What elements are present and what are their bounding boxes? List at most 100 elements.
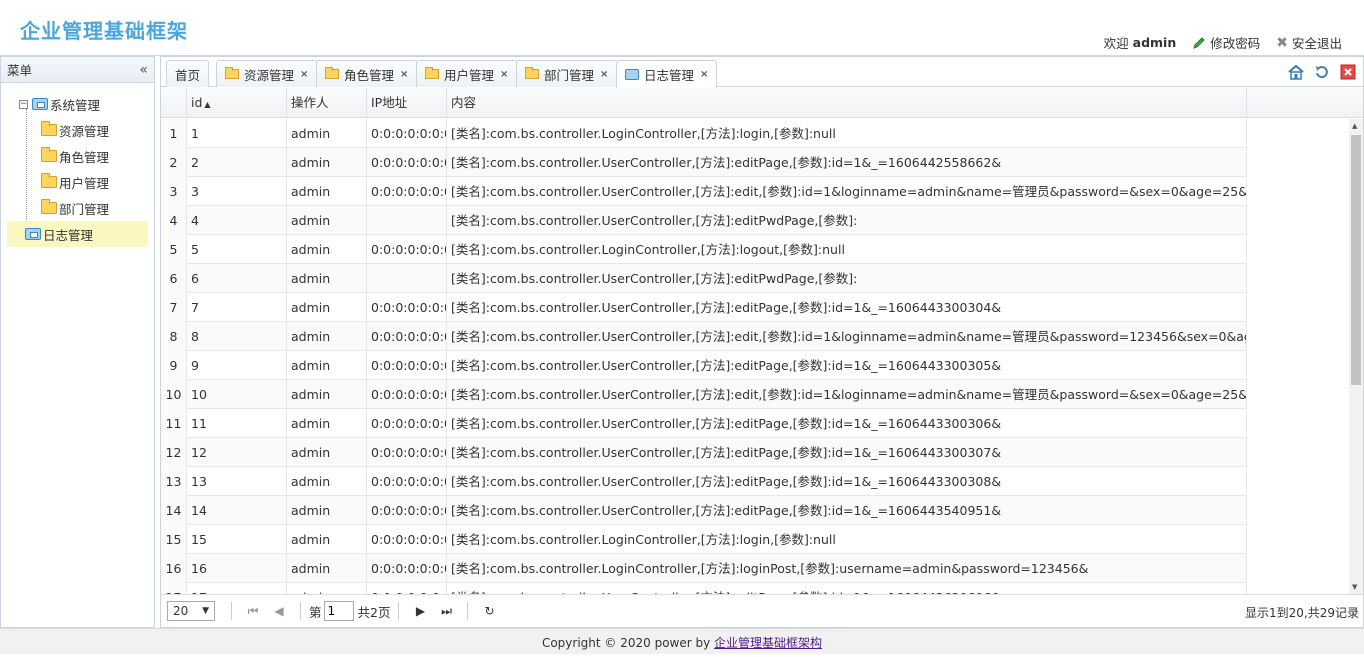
scroll-down-icon[interactable]: ▼ bbox=[1352, 583, 1357, 591]
collapse-icon[interactable]: « bbox=[139, 62, 148, 78]
close-icon[interactable]: × bbox=[700, 69, 708, 80]
cell-content: [类名]:com.bs.controller.LoginController,[… bbox=[447, 525, 1247, 554]
tab-label: 首页 bbox=[175, 67, 201, 83]
tab-roles[interactable]: 角色管理 × bbox=[316, 60, 418, 87]
tab-label: 用户管理 bbox=[444, 67, 495, 83]
cell-id: 1 bbox=[187, 119, 287, 148]
cell-id: 8 bbox=[187, 322, 287, 351]
row-number: 6 bbox=[161, 264, 187, 293]
table-row[interactable]: 55admin0:0:0:0:0:0:0:1[类名]:com.bs.contro… bbox=[161, 235, 1247, 264]
cell-id: 10 bbox=[187, 380, 287, 409]
cell-operator: admin bbox=[287, 235, 367, 264]
tree-node-departments[interactable]: 部门管理 bbox=[1, 195, 154, 221]
tab-users[interactable]: 用户管理 × bbox=[416, 60, 518, 87]
column-label: IP地址 bbox=[371, 95, 408, 110]
table-row[interactable]: 22admin0:0:0:0:0:0:0:1[类名]:com.bs.contro… bbox=[161, 148, 1247, 177]
page-size-value: 20 bbox=[173, 604, 189, 618]
prev-page-icon[interactable]: ◀ bbox=[271, 604, 287, 618]
close-all-icon[interactable] bbox=[1339, 63, 1357, 81]
cell-ip: 0:0:0:0:0:0:0:1 bbox=[367, 409, 447, 438]
cell-operator: admin bbox=[287, 380, 367, 409]
table-row[interactable]: 1313admin0:0:0:0:0:0:0:1[类名]:com.bs.cont… bbox=[161, 467, 1247, 496]
table-row[interactable]: 1212admin0:0:0:0:0:0:0:1[类名]:com.bs.cont… bbox=[161, 438, 1247, 467]
next-page-icon[interactable]: ▶ bbox=[412, 604, 428, 618]
cell-content: [类名]:com.bs.controller.LoginController,[… bbox=[447, 554, 1247, 583]
logout-label: 安全退出 bbox=[1291, 36, 1342, 51]
scroll-up-icon[interactable]: ▲ bbox=[1352, 122, 1357, 130]
cell-ip: 0:0:0:0:0:0:0:1 bbox=[367, 467, 447, 496]
tab-label: 角色管理 bbox=[344, 67, 395, 83]
close-icon[interactable]: × bbox=[300, 69, 308, 80]
tab-home[interactable]: 首页 bbox=[166, 60, 210, 87]
last-page-icon[interactable]: ⏭ bbox=[438, 604, 454, 619]
cell-id: 7 bbox=[187, 293, 287, 322]
cell-content: [类名]:com.bs.controller.UserController,[方… bbox=[447, 380, 1247, 409]
cell-id: 13 bbox=[187, 467, 287, 496]
logout-link[interactable]: ✖ 安全退出 bbox=[1276, 33, 1342, 52]
page-size-select[interactable]: 20 ▼ bbox=[167, 601, 215, 621]
table-row[interactable]: 1414admin0:0:0:0:0:0:0:1[类名]:com.bs.cont… bbox=[161, 496, 1247, 525]
table-row[interactable]: 33admin0:0:0:0:0:0:0:1[类名]:com.bs.contro… bbox=[161, 177, 1247, 206]
table-row[interactable]: 1616admin0:0:0:0:0:0:0:1[类名]:com.bs.cont… bbox=[161, 554, 1247, 583]
computer-icon bbox=[32, 98, 48, 110]
row-number: 11 bbox=[161, 409, 187, 438]
tree-node-label: 日志管理 bbox=[43, 227, 94, 243]
tree-node-label: 用户管理 bbox=[59, 175, 110, 191]
tab-departments[interactable]: 部门管理 × bbox=[516, 60, 618, 87]
table-row[interactable]: 1717admin0:0:0:0:0:0:0:1[类名]:com.bs.cont… bbox=[161, 583, 1247, 594]
vertical-scrollbar[interactable]: ▲ ▼ bbox=[1349, 119, 1363, 594]
sort-asc-icon: ▲ bbox=[204, 100, 211, 109]
cell-operator: admin bbox=[287, 177, 367, 206]
copyright-text: Copyright © 2020 power by bbox=[541, 636, 711, 650]
row-number: 8 bbox=[161, 322, 187, 351]
scrollbar-thumb[interactable] bbox=[1351, 135, 1361, 385]
table-row[interactable]: 1010admin0:0:0:0:0:0:0:1[类名]:com.bs.cont… bbox=[161, 380, 1247, 409]
close-icon: ✖ bbox=[1276, 34, 1288, 51]
column-header-id[interactable]: id ▲ bbox=[187, 88, 287, 118]
cell-ip bbox=[367, 206, 447, 235]
tab-tools bbox=[1287, 63, 1357, 81]
table-row[interactable]: 11admin0:0:0:0:0:0:0:1[类名]:com.bs.contro… bbox=[161, 119, 1247, 148]
cell-content: [类名]:com.bs.controller.UserController,[方… bbox=[447, 322, 1247, 351]
close-icon[interactable]: × bbox=[600, 69, 608, 80]
change-password-link[interactable]: 修改密码 bbox=[1192, 33, 1260, 52]
cell-operator: admin bbox=[287, 119, 367, 148]
table-row[interactable]: 88admin0:0:0:0:0:0:0:1[类名]:com.bs.contro… bbox=[161, 322, 1247, 351]
row-number: 4 bbox=[161, 206, 187, 235]
cell-content: [类名]:com.bs.controller.UserController,[方… bbox=[447, 148, 1247, 177]
cell-id: 11 bbox=[187, 409, 287, 438]
app-title: 企业管理基础框架 bbox=[20, 19, 188, 43]
first-page-icon[interactable]: ⏮ bbox=[245, 604, 261, 619]
tree-node-system[interactable]: − 系统管理 bbox=[1, 91, 154, 117]
tree-node-roles[interactable]: 角色管理 bbox=[1, 143, 154, 169]
table-row[interactable]: 4 4 admin [类名]:com.bs.controller.UserContro… bbox=[161, 206, 1247, 235]
refresh-icon[interactable] bbox=[1313, 63, 1331, 81]
log-grid: id▲ 操作人 IP地址 内容 11admin0:0:0:0:0:0:0:1[类… bbox=[161, 88, 1363, 594]
column-header-operator[interactable]: 操作人 bbox=[287, 88, 367, 118]
row-number: 3 bbox=[161, 177, 187, 206]
close-icon[interactable]: × bbox=[400, 69, 408, 80]
footer-link[interactable]: 企业管理基础框架构 bbox=[714, 636, 822, 650]
home-icon[interactable] bbox=[1287, 63, 1305, 81]
tree-node-users[interactable]: 用户管理 bbox=[1, 169, 154, 195]
app-header: 企业管理基础框架 欢迎 admin 修改密码 ✖ 安全退出 bbox=[0, 0, 1364, 56]
column-header-ip[interactable]: IP地址 bbox=[367, 88, 447, 118]
table-row[interactable]: 1111admin0:0:0:0:0:0:0:1[类名]:com.bs.cont… bbox=[161, 409, 1247, 438]
close-icon[interactable]: × bbox=[500, 69, 508, 80]
tab-logs[interactable]: 日志管理 × bbox=[616, 60, 718, 88]
table-row[interactable]: 77admin0:0:0:0:0:0:0:1[类名]:com.bs.contro… bbox=[161, 293, 1247, 322]
tab-resources[interactable]: 资源管理 × bbox=[216, 60, 318, 87]
folder-icon bbox=[41, 147, 57, 162]
table-row[interactable]: 99admin0:0:0:0:0:0:0:1[类名]:com.bs.contro… bbox=[161, 351, 1247, 380]
reload-icon[interactable]: ↻ bbox=[481, 604, 497, 618]
row-number: 12 bbox=[161, 438, 187, 467]
table-row[interactable]: 6 6 admin [类名]:com.bs.controller.UserContro… bbox=[161, 264, 1247, 293]
page-number-input[interactable] bbox=[323, 601, 354, 621]
tree-node-resources[interactable]: 资源管理 bbox=[1, 117, 154, 143]
table-row[interactable]: 1515admin0:0:0:0:0:0:0:1[类名]:com.bs.cont… bbox=[161, 525, 1247, 554]
row-number: 16 bbox=[161, 554, 187, 583]
cell-id: 17 bbox=[187, 583, 287, 594]
tree-node-logs[interactable]: 日志管理 bbox=[7, 221, 148, 247]
collapse-toggle-icon[interactable]: − bbox=[19, 99, 28, 109]
column-header-content[interactable]: 内容 bbox=[447, 88, 1247, 118]
